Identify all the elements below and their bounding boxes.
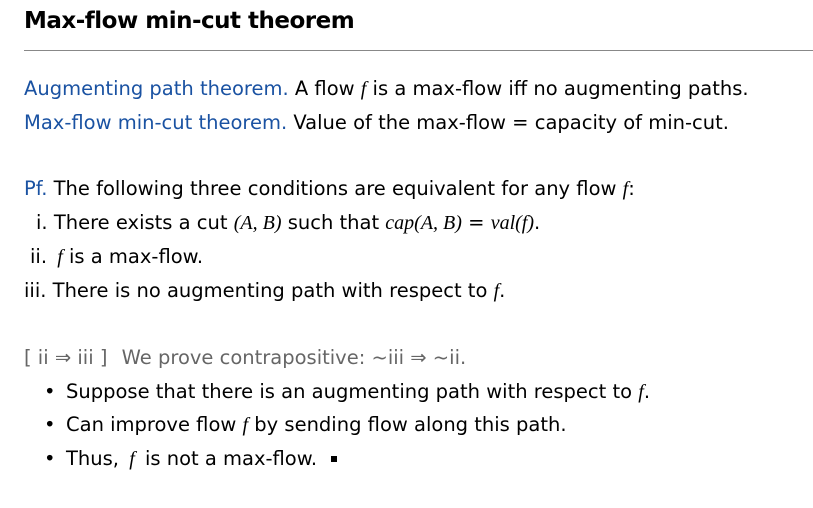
qed-square-icon <box>331 455 338 462</box>
condition-i-val-formula: val(f) <box>490 212 534 234</box>
slide-title: Max-flow min-cut theorem <box>24 8 355 34</box>
condition-i-cut: (A, B) <box>233 212 282 234</box>
bullet-1-end: . <box>643 380 651 403</box>
contrapositive-heading: [ ii ⇒ iii ] We prove contrapositive: ~i… <box>24 346 466 369</box>
augmenting-path-theorem-line: Augmenting path theorem. A flow f is a m… <box>24 77 749 101</box>
augmenting-path-theorem-label: Augmenting path theorem. <box>24 77 289 100</box>
bullet-item-3: • Thus, f is not a max-flow. <box>44 447 338 471</box>
maxflow-mincut-theorem-label: Max-flow min-cut theorem. <box>24 111 288 134</box>
condition-ii-number: ii. <box>30 245 48 268</box>
proof-intro-line: Pf. The following three conditions are e… <box>24 177 635 201</box>
contrapositive-bracket: [ ii ⇒ iii ] <box>24 346 108 369</box>
bullet-3-text-1: Thus, <box>66 447 126 470</box>
title-divider <box>24 50 813 51</box>
condition-i: i. There exists a cut (A, B) such that c… <box>36 211 540 235</box>
condition-i-number: i. <box>36 211 48 234</box>
maxflow-mincut-text: Value of the max-flow = capacity of min-… <box>293 111 729 134</box>
bullet-2-text-2: by sending flow along this path. <box>248 413 567 436</box>
condition-i-text-1: There exists a cut <box>53 211 234 234</box>
augmenting-text-2: is a max-flow iff no augmenting paths. <box>366 77 749 100</box>
condition-i-end: . <box>534 211 541 234</box>
proof-label: Pf. <box>24 177 48 200</box>
condition-iii-number: iii. <box>24 279 47 302</box>
bullet-item-1: • Suppose that there is an augmenting pat… <box>44 380 650 404</box>
condition-ii-text: is a max-flow. <box>62 245 204 268</box>
condition-iii: iii. There is no augmenting path with re… <box>24 279 505 303</box>
maxflow-mincut-theorem-line: Max-flow min-cut theorem. Value of the m… <box>24 111 729 134</box>
bullet-3-var-f: f <box>129 448 135 470</box>
proof-intro-end: : <box>628 177 635 200</box>
bullet-icon: • <box>44 413 56 436</box>
condition-iii-text: There is no augmenting path with respect… <box>52 279 494 302</box>
condition-i-equals: = <box>461 211 491 234</box>
bullet-icon: • <box>44 447 56 470</box>
condition-iii-end: . <box>499 279 506 302</box>
condition-i-text-2: such that <box>281 211 386 234</box>
bullet-3-text-2: is not a max-flow. <box>138 447 318 470</box>
bullet-item-2: • Can improve flow f by sending flow alon… <box>44 413 567 437</box>
bullet-2-text-1: Can improve flow <box>66 413 243 436</box>
condition-ii: ii. f is a max-flow. <box>30 245 203 269</box>
contrapositive-text: We prove contrapositive: ~iii ⇒ ~ii. <box>121 346 467 369</box>
bullet-icon: • <box>44 380 56 403</box>
proof-intro-text: The following three conditions are equiv… <box>53 177 623 200</box>
bullet-1-text: Suppose that there is an augmenting path… <box>66 380 639 403</box>
augmenting-text-1: A flow <box>294 77 361 100</box>
condition-i-cap-formula: cap(A, B) <box>385 212 462 234</box>
